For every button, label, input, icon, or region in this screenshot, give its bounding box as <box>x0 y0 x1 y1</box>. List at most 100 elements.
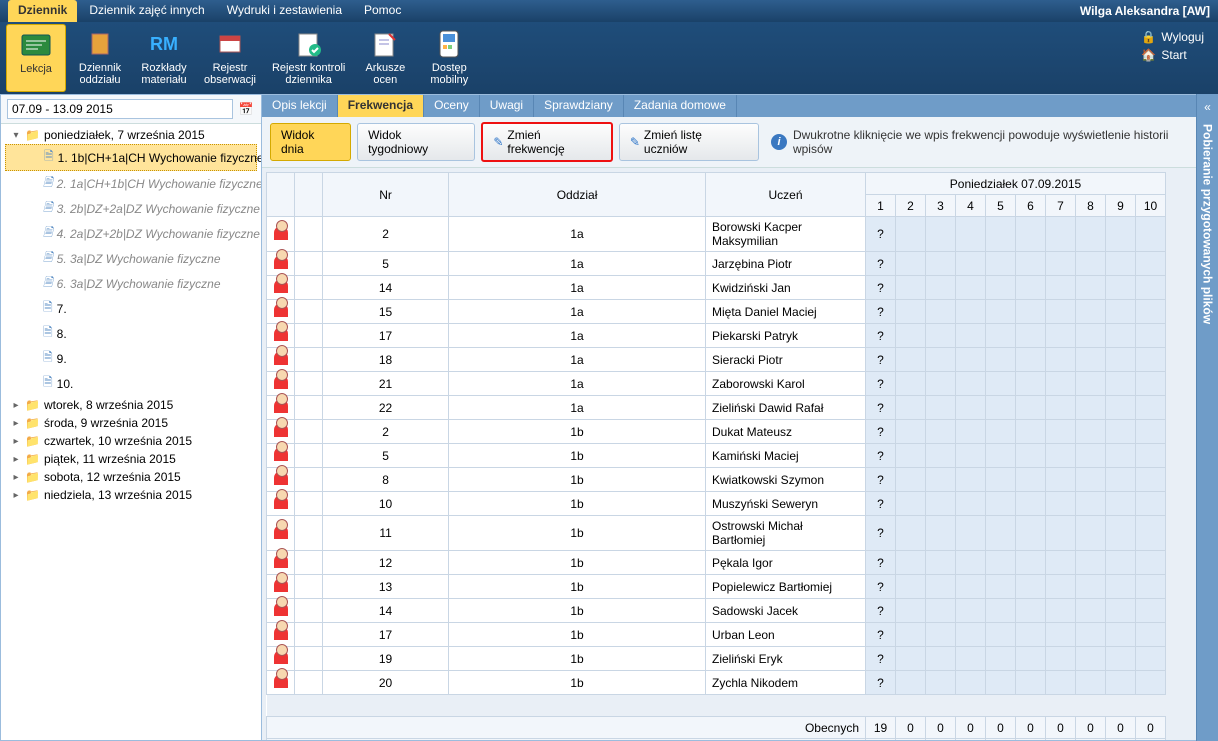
attendance-cell[interactable] <box>1076 348 1106 372</box>
attendance-cell[interactable] <box>956 324 986 348</box>
attendance-cell[interactable] <box>1136 252 1166 276</box>
attendance-cell[interactable] <box>1046 623 1076 647</box>
attendance-cell[interactable] <box>1136 420 1166 444</box>
attendance-cell[interactable] <box>896 647 926 671</box>
attendance-cell[interactable] <box>986 396 1016 420</box>
attendance-cell[interactable] <box>1136 372 1166 396</box>
attendance-cell[interactable] <box>1106 372 1136 396</box>
attendance-cell[interactable] <box>986 348 1016 372</box>
subtab[interactable]: Opis lekcji <box>262 95 338 117</box>
attendance-cell[interactable] <box>956 276 986 300</box>
attendance-cell[interactable] <box>926 575 956 599</box>
attendance-cell[interactable] <box>1106 217 1136 252</box>
attendance-cell[interactable] <box>1046 468 1076 492</box>
attendance-cell[interactable]: ? <box>866 348 896 372</box>
attendance-cell[interactable]: ? <box>866 575 896 599</box>
subtab[interactable]: Zadania domowe <box>624 95 737 117</box>
tree-lesson-item[interactable]: 🗎3. 2b|DZ+2a|DZ Wychowanie fizyczne <box>5 196 257 221</box>
attendance-cell[interactable] <box>1136 599 1166 623</box>
date-range-input[interactable] <box>7 99 233 119</box>
menu-tab[interactable]: Dziennik <box>8 0 77 22</box>
menu-tab[interactable]: Dziennik zajęć innych <box>79 0 214 22</box>
tree-lesson-item[interactable]: 🗎4. 2a|DZ+2b|DZ Wychowanie fizyczne <box>5 221 257 246</box>
attendance-cell[interactable] <box>956 252 986 276</box>
ribbon-button[interactable]: Rejestrobserwacji <box>198 24 262 92</box>
tree-lesson-item[interactable]: 🗎9. <box>5 346 257 371</box>
attendance-cell[interactable] <box>1106 420 1136 444</box>
attendance-cell[interactable] <box>1016 372 1046 396</box>
attendance-cell[interactable]: ? <box>866 516 896 551</box>
menu-tab[interactable]: Pomoc <box>354 0 411 22</box>
day-view-button[interactable]: Widok dnia <box>270 123 351 161</box>
attendance-cell[interactable] <box>1106 252 1136 276</box>
attendance-cell[interactable] <box>896 217 926 252</box>
attendance-cell[interactable] <box>1136 444 1166 468</box>
start-link[interactable]: 🏠 Start <box>1141 48 1204 62</box>
attendance-cell[interactable] <box>896 551 926 575</box>
attendance-cell[interactable] <box>1016 551 1046 575</box>
attendance-cell[interactable] <box>1016 217 1046 252</box>
attendance-cell[interactable] <box>1106 276 1136 300</box>
attendance-cell[interactable] <box>1016 276 1046 300</box>
attendance-cell[interactable] <box>926 647 956 671</box>
attendance-cell[interactable] <box>896 468 926 492</box>
attendance-cell[interactable] <box>1076 396 1106 420</box>
attendance-cell[interactable] <box>1136 468 1166 492</box>
attendance-cell[interactable] <box>1136 671 1166 695</box>
attendance-cell[interactable]: ? <box>866 300 896 324</box>
attendance-cell[interactable] <box>1106 647 1136 671</box>
attendance-cell[interactable]: ? <box>866 420 896 444</box>
attendance-cell[interactable] <box>926 492 956 516</box>
attendance-cell[interactable] <box>926 276 956 300</box>
attendance-cell[interactable] <box>1106 671 1136 695</box>
attendance-cell[interactable] <box>896 516 926 551</box>
attendance-cell[interactable] <box>896 492 926 516</box>
attendance-cell[interactable] <box>926 396 956 420</box>
attendance-cell[interactable] <box>1076 324 1106 348</box>
week-view-button[interactable]: Widok tygodniowy <box>357 123 475 161</box>
tree-day[interactable]: ▸📁czwartek, 10 września 2015 <box>5 432 257 450</box>
attendance-cell[interactable] <box>1136 647 1166 671</box>
attendance-cell[interactable] <box>1046 671 1076 695</box>
attendance-cell[interactable] <box>1016 647 1046 671</box>
attendance-cell[interactable] <box>1046 444 1076 468</box>
attendance-cell[interactable]: ? <box>866 324 896 348</box>
attendance-cell[interactable] <box>896 348 926 372</box>
attendance-cell[interactable] <box>1046 300 1076 324</box>
attendance-cell[interactable] <box>896 420 926 444</box>
attendance-cell[interactable] <box>896 324 926 348</box>
attendance-cell[interactable] <box>1136 575 1166 599</box>
attendance-cell[interactable] <box>986 599 1016 623</box>
calendar-icon[interactable]: 📅 <box>237 100 255 118</box>
attendance-cell[interactable] <box>896 599 926 623</box>
attendance-cell[interactable] <box>986 492 1016 516</box>
attendance-cell[interactable] <box>986 372 1016 396</box>
attendance-cell[interactable] <box>926 420 956 444</box>
attendance-cell[interactable] <box>1136 551 1166 575</box>
attendance-cell[interactable] <box>896 623 926 647</box>
menu-tab[interactable]: Wydruki i zestawienia <box>217 0 352 22</box>
attendance-cell[interactable] <box>986 468 1016 492</box>
attendance-cell[interactable] <box>1076 468 1106 492</box>
attendance-cell[interactable]: ? <box>866 647 896 671</box>
attendance-cell[interactable] <box>1046 551 1076 575</box>
ribbon-button[interactable]: Lekcja <box>6 24 66 92</box>
attendance-cell[interactable] <box>1136 300 1166 324</box>
attendance-cell[interactable] <box>1016 492 1046 516</box>
attendance-cell[interactable] <box>1136 324 1166 348</box>
attendance-cell[interactable] <box>896 444 926 468</box>
attendance-cell[interactable] <box>956 396 986 420</box>
attendance-cell[interactable] <box>926 599 956 623</box>
attendance-cell[interactable] <box>896 300 926 324</box>
attendance-cell[interactable] <box>956 300 986 324</box>
attendance-cell[interactable] <box>1136 492 1166 516</box>
attendance-cell[interactable] <box>1016 420 1046 444</box>
attendance-cell[interactable] <box>1076 420 1106 444</box>
attendance-cell[interactable] <box>956 492 986 516</box>
attendance-cell[interactable] <box>1076 551 1106 575</box>
subtab[interactable]: Frekwencja <box>338 95 424 117</box>
attendance-cell[interactable] <box>1046 647 1076 671</box>
logout-link[interactable]: 🔒 Wyloguj <box>1141 30 1204 44</box>
attendance-cell[interactable] <box>1016 396 1046 420</box>
attendance-cell[interactable] <box>1076 252 1106 276</box>
